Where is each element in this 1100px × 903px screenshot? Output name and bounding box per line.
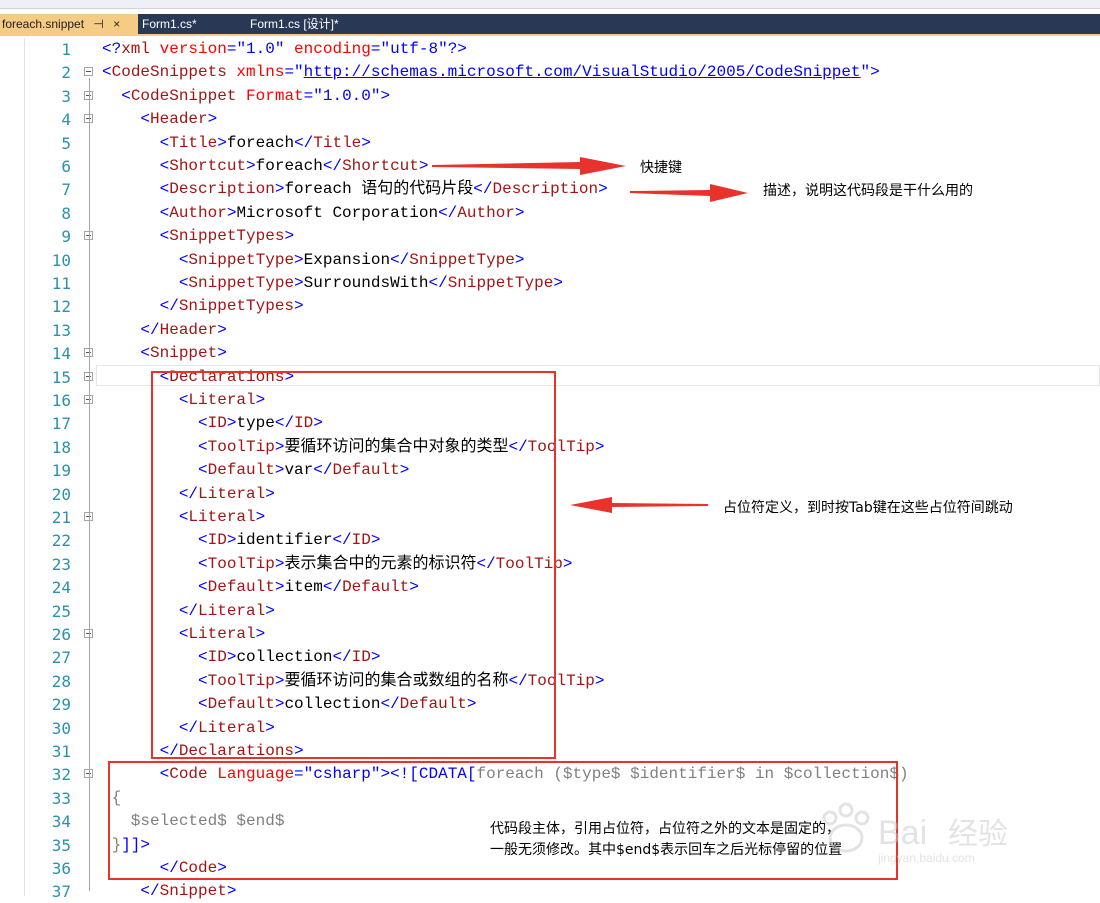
arrow-right-icon	[630, 184, 748, 202]
code-line[interactable]: 12 </SnippetTypes>	[0, 295, 1100, 318]
arrow-right-icon	[432, 157, 626, 175]
line-number: 29	[51, 695, 71, 715]
line-number: 37	[51, 882, 71, 902]
code-text: <CodeSnippets xmlns="http://schemas.micr…	[102, 63, 880, 82]
line-number: 2	[61, 63, 71, 83]
code-line[interactable]: 1 <?xml version="1.0" encoding="utf-8"?>	[0, 38, 1100, 61]
code-text: </Snippet>	[102, 882, 237, 901]
line-number: 21	[51, 508, 71, 527]
fold-guide-line	[89, 523, 90, 611]
fold-guide-line	[89, 780, 90, 868]
line-number: 20	[51, 484, 71, 504]
tab-label: foreach.snippet	[2, 17, 85, 31]
code-line[interactable]: 14 <Snippet>	[0, 342, 1100, 365]
line-number: 17	[51, 414, 71, 434]
tab-form1-designer[interactable]: Form1.cs [设计]*	[250, 14, 339, 34]
svg-text:jingyan.baidu.com: jingyan.baidu.com	[877, 851, 975, 865]
arrow-left-icon	[570, 497, 708, 513]
annotation-description: 描述，说明这代码段是干什么用的	[763, 183, 973, 199]
pin-icon[interactable]: ⊣	[93, 14, 103, 34]
line-number: 28	[51, 671, 71, 691]
code-text: <SnippetType>Expansion</SnippetType>	[102, 250, 525, 269]
code-text: <SnippetTypes>	[102, 227, 295, 246]
code-text: <CodeSnippet Format="1.0.0">	[102, 86, 391, 105]
line-number: 30	[51, 718, 71, 738]
line-number: 34	[51, 812, 71, 832]
code-text: <Description>foreach 语句的代码片段</Descriptio…	[102, 180, 608, 199]
code-text: <SnippetType>SurroundsWith</SnippetType>	[102, 274, 563, 292]
code-line[interactable]: 8 <Author>Microsoft Corporation</Author>	[0, 202, 1100, 225]
line-number: 7	[61, 180, 71, 200]
code-text: <Header>	[102, 110, 218, 129]
collapse-toggle-icon[interactable]	[84, 67, 93, 77]
baidu-watermark-logo: Bai 经验 jingyan.baidu.com	[822, 802, 1008, 865]
code-text: </SnippetTypes>	[102, 297, 304, 316]
code-line[interactable]: 4 <Header>	[0, 108, 1100, 131]
line-number: 16	[51, 391, 71, 410]
fold-guide-line	[89, 640, 90, 728]
line-number: 13	[51, 320, 71, 340]
tab-label: Form1.cs [设计]*	[250, 17, 339, 31]
code-text: <Snippet>	[102, 344, 227, 363]
code-line[interactable]: 2 <CodeSnippets xmlns="http://schemas.mic…	[0, 61, 1100, 84]
svg-text:Bai: Bai	[878, 814, 927, 852]
line-number: 27	[51, 648, 71, 668]
line-number: 6	[61, 157, 71, 176]
line-number: 18	[51, 437, 71, 457]
line-number: 8	[61, 203, 71, 223]
code-text: <Shortcut>foreach</Shortcut>	[102, 157, 429, 175]
toolbar-strip	[0, 0, 1100, 9]
code-line[interactable]: 10 <SnippetType>Expansion</SnippetType>	[0, 249, 1100, 272]
line-number: 22	[51, 531, 71, 551]
annotation-shortcut: 快捷键	[640, 160, 682, 176]
line-number: 3	[61, 86, 71, 106]
svg-text:经验: 经验	[948, 817, 1008, 852]
tab-foreach-snippet[interactable]: foreach.snippet ⊣ ×	[0, 14, 138, 34]
line-number: 31	[51, 742, 71, 761]
line-number: 24	[51, 578, 71, 598]
code-line[interactable]: 37 </Snippet>	[0, 880, 1100, 903]
code-line[interactable]: 11 <SnippetType>SurroundsWith</SnippetTy…	[0, 272, 1100, 295]
line-number: 25	[51, 601, 71, 621]
annotation-body-line2: 一般无须修改。其中$end$表示回车之后光标停留的位置	[490, 842, 843, 858]
line-number: 19	[51, 461, 71, 481]
tab-label: Form1.cs*	[142, 17, 197, 31]
code-text: <?xml version="1.0" encoding="utf-8"?>	[102, 40, 467, 58]
code-text: </Header>	[102, 320, 227, 339]
line-number: 23	[51, 554, 71, 574]
line-number: 9	[61, 227, 71, 247]
document-tab-bar: foreach.snippet ⊣ × Form1.cs* Form1.cs […	[0, 14, 1100, 36]
tab-form1-cs[interactable]: Form1.cs*	[142, 14, 197, 34]
close-icon[interactable]: ×	[113, 14, 120, 34]
line-number: 35	[51, 835, 71, 855]
code-text: <Title>foreach</Title>	[102, 133, 371, 152]
line-number: 11	[51, 274, 71, 293]
line-number: 15	[51, 367, 71, 387]
line-number: 26	[51, 625, 71, 644]
annotation-body-line1: 代码段主体，引用占位符，占位符之外的文本是固定的，	[490, 821, 840, 837]
code-text: <Author>Microsoft Corporation</Author>	[102, 203, 525, 222]
declarations-highlight-box	[151, 371, 556, 759]
line-number: 1	[61, 40, 71, 59]
line-number: 10	[51, 250, 71, 270]
line-number: 32	[51, 765, 71, 785]
code-line[interactable]: 9 <SnippetTypes>	[0, 225, 1100, 248]
line-number: 12	[51, 297, 71, 317]
code-line[interactable]: 3 <CodeSnippet Format="1.0.0">	[0, 85, 1100, 108]
line-number: 5	[61, 133, 71, 153]
line-number: 14	[51, 344, 71, 364]
code-line[interactable]: 5 <Title>foreach</Title>	[0, 132, 1100, 155]
fold-guide-line	[89, 242, 90, 307]
code-line[interactable]: 13 </Header>	[0, 319, 1100, 342]
line-number: 4	[61, 110, 71, 130]
fold-guide-line	[89, 406, 90, 494]
line-number: 36	[51, 859, 71, 878]
line-number: 33	[51, 788, 71, 808]
annotation-placeholders: 占位符定义，到时按Tab键在这些占位符间跳动	[723, 500, 1013, 516]
